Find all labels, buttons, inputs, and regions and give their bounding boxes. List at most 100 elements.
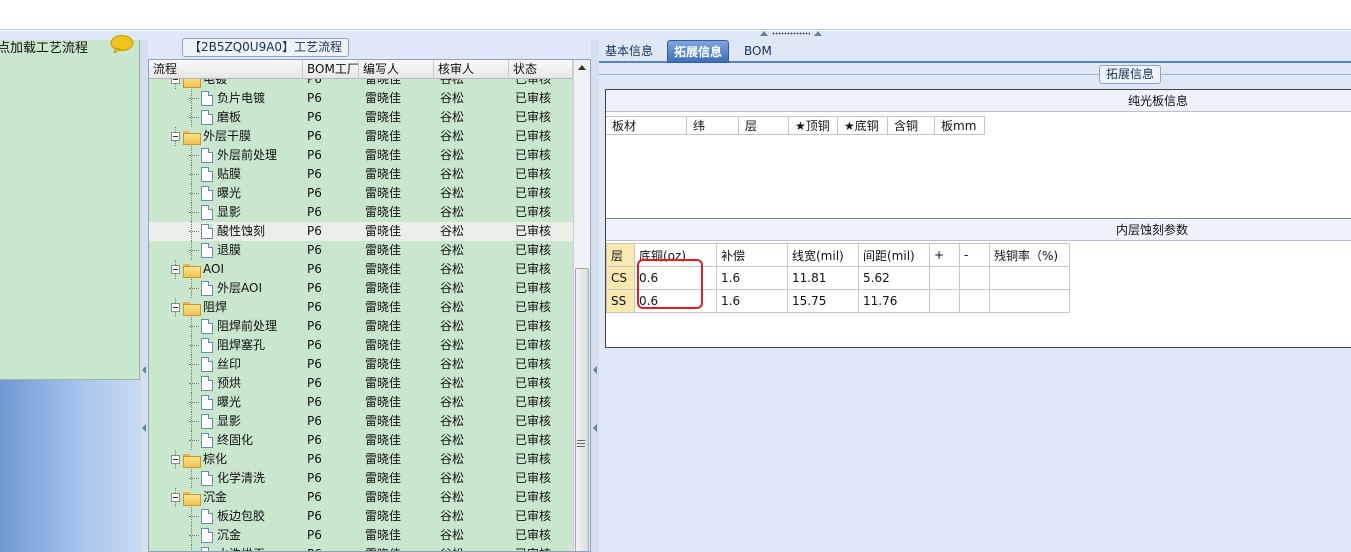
tree-node-name[interactable]: 显影 (189, 203, 303, 222)
col-header-status[interactable]: 状态 (509, 60, 573, 79)
col-header-writer[interactable]: 编写人 (359, 60, 434, 79)
col-header-material[interactable]: 板材 (606, 116, 687, 135)
tree-node-name[interactable]: 终固化 (189, 431, 303, 450)
collapse-minus-icon[interactable] (171, 303, 180, 312)
sidebar-load-process-label[interactable]: 点加载工艺流程 (0, 37, 88, 56)
col-header-board-mm[interactable]: 板mm (935, 116, 985, 135)
tree-node-name[interactable]: 负片电镀 (189, 89, 303, 108)
col-header-with-copper[interactable]: 含铜 (888, 116, 935, 135)
etch-cell-minus[interactable] (959, 289, 990, 313)
tree-step-row[interactable]: 板边包胶 P6 雷晓佳 谷松 已审核 (149, 507, 573, 526)
col-header-reviewer[interactable]: 核审人 (434, 60, 509, 79)
tree-node-name[interactable]: 水洗烘干 (189, 545, 303, 551)
tree-node-name[interactable]: 外层干膜 (171, 127, 303, 146)
etch-cell-plus[interactable] (929, 289, 960, 313)
col-header-weft[interactable]: 纬 (687, 116, 739, 135)
tree-node-name[interactable]: 丝印 (189, 355, 303, 374)
etch-col-compensation[interactable]: 补偿 (716, 243, 788, 267)
tree-node-name[interactable]: 板边包胶 (189, 507, 303, 526)
col-header-layer[interactable]: 层 (739, 116, 789, 135)
tree-step-row[interactable]: 外层AOI P6 雷晓佳 谷松 已审核 (149, 279, 573, 298)
tree-node-name[interactable]: 显影 (189, 412, 303, 431)
tree-node-name[interactable]: 外层前处理 (189, 146, 303, 165)
tree-step-row[interactable]: 曝光 P6 雷晓佳 谷松 已审核 (149, 393, 573, 412)
etch-cell-line-width[interactable]: 11.81 (787, 266, 859, 290)
tab-basic-info[interactable]: 基本信息 (599, 40, 659, 63)
tree-folder-row[interactable]: AOI P6 雷晓佳 谷松 已审核 (149, 260, 573, 279)
tree-node-name[interactable]: 磨板 (189, 108, 303, 127)
col-header-top-copper[interactable]: ★顶铜 (789, 116, 838, 135)
etch-col-residual-copper[interactable]: 残铜率（%) (989, 243, 1070, 267)
etch-cell-plus[interactable] (929, 266, 960, 290)
left-splitter[interactable] (141, 40, 148, 552)
tree-step-row[interactable]: 外层前处理 P6 雷晓佳 谷松 已审核 (149, 146, 573, 165)
etch-col-minus[interactable]: - (959, 243, 990, 267)
collapse-minus-icon[interactable] (171, 132, 180, 141)
etch-cell-residual-copper[interactable] (989, 266, 1070, 290)
speech-bubble-icon[interactable] (110, 35, 134, 53)
etch-cell-spacing[interactable]: 5.62 (858, 266, 930, 290)
tree-node-name[interactable]: 沉金 (189, 526, 303, 545)
tree-step-row[interactable]: 酸性蚀刻 P6 雷晓佳 谷松 已审核 (149, 222, 573, 241)
tree-node-name[interactable]: 曝光 (189, 393, 303, 412)
etch-col-spacing[interactable]: 间距(mil) (858, 243, 930, 267)
etch-col-line-width[interactable]: 线宽(mil) (787, 243, 859, 267)
tree-node-name[interactable]: 棕化 (171, 450, 303, 469)
etch-col-plus[interactable]: + (929, 243, 960, 267)
tree-node-name[interactable]: 电镀 (171, 79, 303, 89)
tree-node-name[interactable]: 退膜 (189, 241, 303, 260)
etch-cell-line-width[interactable]: 15.75 (787, 289, 859, 313)
tree-step-row[interactable]: 水洗烘干 P6雷晓佳 谷松 已审核 (149, 545, 573, 551)
tree-node-name[interactable]: 阻焊前处理 (189, 317, 303, 336)
col-header-bottom-copper[interactable]: ★底铜 (838, 116, 888, 135)
collapse-minus-icon[interactable] (171, 265, 180, 274)
scroll-up-arrow-icon[interactable] (578, 65, 586, 70)
etch-cell-residual-copper[interactable] (989, 289, 1070, 313)
tree-vertical-scrollbar[interactable] (573, 60, 590, 551)
tree-node-name[interactable]: 预烘 (189, 374, 303, 393)
tree-node-name[interactable]: 阻焊塞孔 (189, 336, 303, 355)
tree-node-name[interactable]: 酸性蚀刻 (189, 222, 303, 241)
tree-step-row[interactable]: 预烘 P6 雷晓佳 谷松 已审核 (149, 374, 573, 393)
col-header-flow[interactable]: 流程 (149, 60, 303, 79)
tab-bom[interactable]: BOM (738, 40, 778, 63)
etch-cell-compensation[interactable]: 1.6 (716, 289, 788, 313)
tree-node-name[interactable]: 曝光 (189, 184, 303, 203)
tree-step-row[interactable]: 丝印 P6 雷晓佳 谷松 已审核 (149, 355, 573, 374)
tree-step-row[interactable]: 显影 P6 雷晓佳 谷松 已审核 (149, 203, 573, 222)
scroll-thumb[interactable] (575, 268, 589, 551)
etch-cell-minus[interactable] (959, 266, 990, 290)
tree-folder-row[interactable]: 棕化 P6 雷晓佳 谷松 已审核 (149, 450, 573, 469)
tree-node-name[interactable]: 阻焊 (171, 298, 303, 317)
tree-step-row[interactable]: 贴膜 P6 雷晓佳 谷松 已审核 (149, 165, 573, 184)
tab-extended-info[interactable]: 拓展信息 (667, 40, 730, 63)
tree-step-row[interactable]: 阻焊前处理 P6 雷晓佳 谷松 已审核 (149, 317, 573, 336)
collapse-minus-icon[interactable] (171, 455, 180, 464)
tree-step-row[interactable]: 终固化 P6 雷晓佳 谷松 已审核 (149, 431, 573, 450)
tree-step-row[interactable]: 化学清洗 P6 雷晓佳 谷松 已审核 (149, 469, 573, 488)
etch-cell-spacing[interactable]: 11.76 (858, 289, 930, 313)
tree-step-row[interactable]: 退膜 P6 雷晓佳 谷松 已审核 (149, 241, 573, 260)
tree-node-name[interactable]: 化学清洗 (189, 469, 303, 488)
etch-cell-compensation[interactable]: 1.6 (716, 266, 788, 290)
tree-step-row[interactable]: 显影 P6 雷晓佳 谷松 已审核 (149, 412, 573, 431)
tree-node-name[interactable]: AOI (171, 260, 303, 279)
top-collapse-grip[interactable] (760, 31, 822, 37)
tree-step-row[interactable]: 阻焊塞孔 P6 雷晓佳 谷松 已审核 (149, 336, 573, 355)
col-header-bom-factory[interactable]: BOM工厂 (303, 60, 359, 79)
etch-col-layer[interactable]: 层 (606, 243, 635, 267)
tree-folder-row[interactable]: 外层干膜 P6 雷晓佳 谷松 已审核 (149, 127, 573, 146)
tree-node-name[interactable]: 外层AOI (189, 279, 303, 298)
tree-node-name[interactable]: 沉金 (171, 488, 303, 507)
tree-folder-row[interactable]: 电镀 P6 雷晓佳 谷松 已审核 (149, 79, 573, 89)
tree-step-row[interactable]: 负片电镀 P6 雷晓佳 谷松 已审核 (149, 89, 573, 108)
right-splitter[interactable] (591, 40, 599, 552)
collapse-minus-icon[interactable] (171, 493, 180, 502)
tree-step-row[interactable]: 曝光 P6 雷晓佳 谷松 已审核 (149, 184, 573, 203)
tree-folder-row[interactable]: 阻焊 P6 雷晓佳 谷松 已审核 (149, 298, 573, 317)
tree-step-row[interactable]: 沉金 P6 雷晓佳 谷松 已审核 (149, 526, 573, 545)
collapse-minus-icon[interactable] (171, 79, 180, 84)
tree-step-row[interactable]: 磨板 P6 雷晓佳 谷松 已审核 (149, 108, 573, 127)
tree-node-name[interactable]: 贴膜 (189, 165, 303, 184)
tree-folder-row[interactable]: 沉金 P6 雷晓佳 谷松 已审核 (149, 488, 573, 507)
